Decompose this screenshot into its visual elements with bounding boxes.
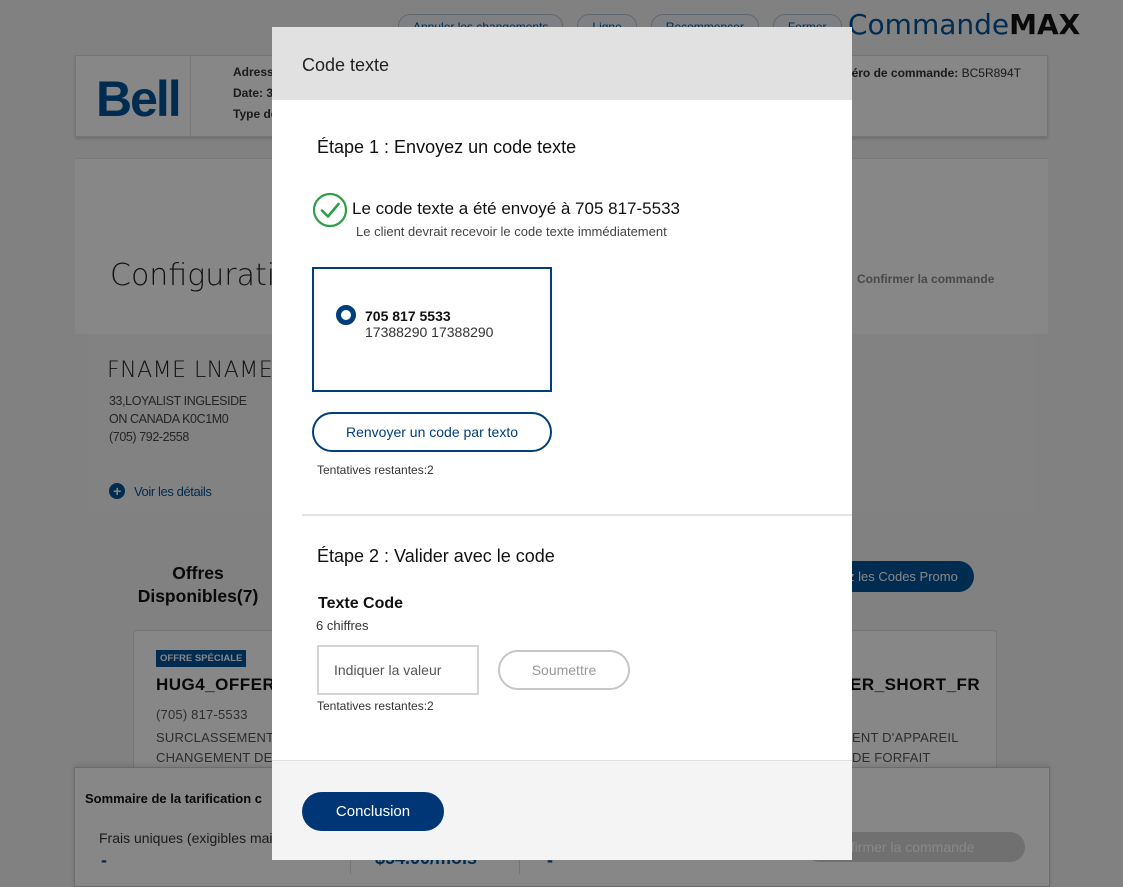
phone-id: 17388290 17388290 bbox=[365, 324, 494, 340]
code-sent-subtext: Le client devrait recevoir le code texte… bbox=[356, 224, 667, 239]
conclusion-button[interactable]: Conclusion bbox=[302, 792, 444, 831]
attempts-remaining: Tentatives restantes:2 bbox=[317, 463, 434, 477]
phone-radio[interactable] bbox=[336, 305, 356, 325]
text-code-modal: Code texte Étape 1 : Envoyez un code tex… bbox=[272, 27, 852, 860]
step-1-title: Étape 1 : Envoyez un code texte bbox=[317, 137, 577, 157]
submit-button[interactable]: Soumettre bbox=[498, 650, 630, 690]
attempts-remaining: Tentatives restantes:2 bbox=[317, 699, 434, 713]
phone-option[interactable]: 705 817 5533 17388290 17388290 bbox=[312, 267, 552, 392]
section-divider bbox=[302, 514, 852, 516]
code-sent-message: Le code texte a été envoyé à 705 817-553… bbox=[352, 199, 680, 218]
code-field-label: Texte Code bbox=[318, 595, 404, 612]
check-circle-icon bbox=[312, 192, 348, 228]
modal-header: Code texte bbox=[272, 27, 852, 100]
modal-footer: Conclusion bbox=[272, 760, 852, 860]
phone-number: 705 817 5533 bbox=[365, 308, 451, 324]
step-2-title: Étape 2 : Valider avec le code bbox=[317, 546, 555, 566]
modal-title: Code texte bbox=[302, 55, 390, 75]
code-input[interactable] bbox=[317, 645, 479, 695]
resend-code-button[interactable]: Renvoyer un code par texto bbox=[312, 412, 552, 452]
code-field-hint: 6 chiffres bbox=[316, 618, 369, 633]
